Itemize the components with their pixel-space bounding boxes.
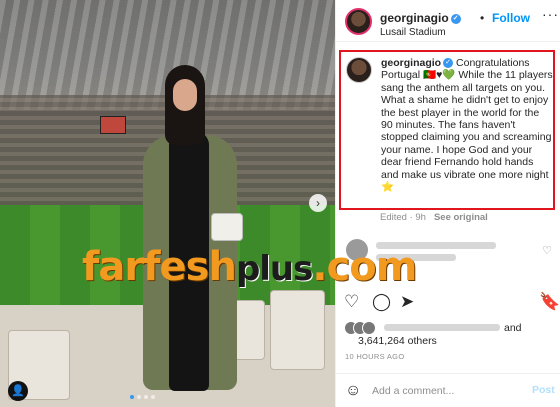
carousel-dot (151, 395, 155, 399)
caption-body: Congratulations Portugal 🇵🇹♥💚 While the … (381, 57, 553, 194)
likes-summary: and 3,641,264 others (344, 320, 556, 348)
carousel-dots (130, 395, 155, 399)
white-handbag (211, 213, 243, 241)
carousel-dot-active (130, 395, 134, 399)
watermark-plus: plus (235, 249, 313, 289)
ellipsis-icon[interactable]: ··· (542, 6, 559, 22)
add-comment-bar: ☺ Post (336, 373, 560, 407)
watermark-suffix: .com (312, 244, 417, 290)
comment-like-icon[interactable]: ♡ (542, 244, 552, 257)
verified-badge-icon: ✓ (443, 58, 454, 69)
seat (270, 290, 325, 370)
caption-time: Edited · 9h (380, 212, 426, 223)
caption-username[interactable]: georginagio (381, 57, 441, 69)
verified-badge-icon: ✓ (450, 13, 461, 24)
post-actions: ♡ ◯ ➤ 🔖 (336, 290, 560, 316)
carousel-dot (144, 395, 148, 399)
post-comment-button[interactable]: Post (532, 384, 555, 396)
user-tag-icon[interactable]: 👤 (8, 381, 28, 401)
watermark-main: farfesh (82, 244, 237, 290)
caption-text: georginagio ✓ Congratulations Portugal 🇵🇹… (381, 57, 553, 193)
post-timestamp: 10 HOURS AGO (345, 352, 405, 361)
caption-meta: Edited · 9h See original (380, 212, 488, 223)
comment-icon[interactable]: ◯ (372, 293, 391, 311)
stadium-screen (100, 116, 126, 134)
post-header: georginagio ✓ • Follow Lusail Stadium ··· (336, 0, 560, 42)
blurred-liker-name (384, 324, 500, 331)
avatar[interactable] (345, 8, 372, 35)
caption-highlight-box: georginagio ✓ Congratulations Portugal 🇵🇹… (339, 50, 555, 210)
follow-button[interactable]: Follow (492, 11, 530, 25)
watermark-logo: farfeshplus.com (82, 244, 417, 290)
emoji-icon[interactable]: ☺ (345, 382, 361, 400)
likes-and: and (504, 322, 522, 334)
liker-avatar (362, 321, 376, 335)
post-photo[interactable]: › 👤 (0, 0, 335, 407)
woman-figure (135, 65, 245, 405)
face (173, 79, 197, 111)
comment-input[interactable] (372, 382, 522, 400)
save-icon[interactable]: 🔖 (539, 293, 560, 311)
header-username[interactable]: georginagio ✓ (380, 11, 461, 25)
separator-dot: • (480, 11, 485, 25)
likes-count-link[interactable]: 3,641,264 others (358, 335, 437, 347)
location-link[interactable]: Lusail Stadium (380, 27, 446, 38)
caption-avatar[interactable] (346, 57, 372, 83)
share-icon[interactable]: ➤ (400, 293, 414, 311)
post-sidebar: georginagio ✓ • Follow Lusail Stadium ···… (335, 0, 560, 407)
next-photo-arrow-icon[interactable]: › (309, 194, 327, 212)
see-original-link[interactable]: See original (434, 212, 488, 223)
like-icon[interactable]: ♡ (344, 293, 359, 311)
username-text[interactable]: georginagio (380, 11, 449, 25)
carousel-dot (137, 395, 141, 399)
